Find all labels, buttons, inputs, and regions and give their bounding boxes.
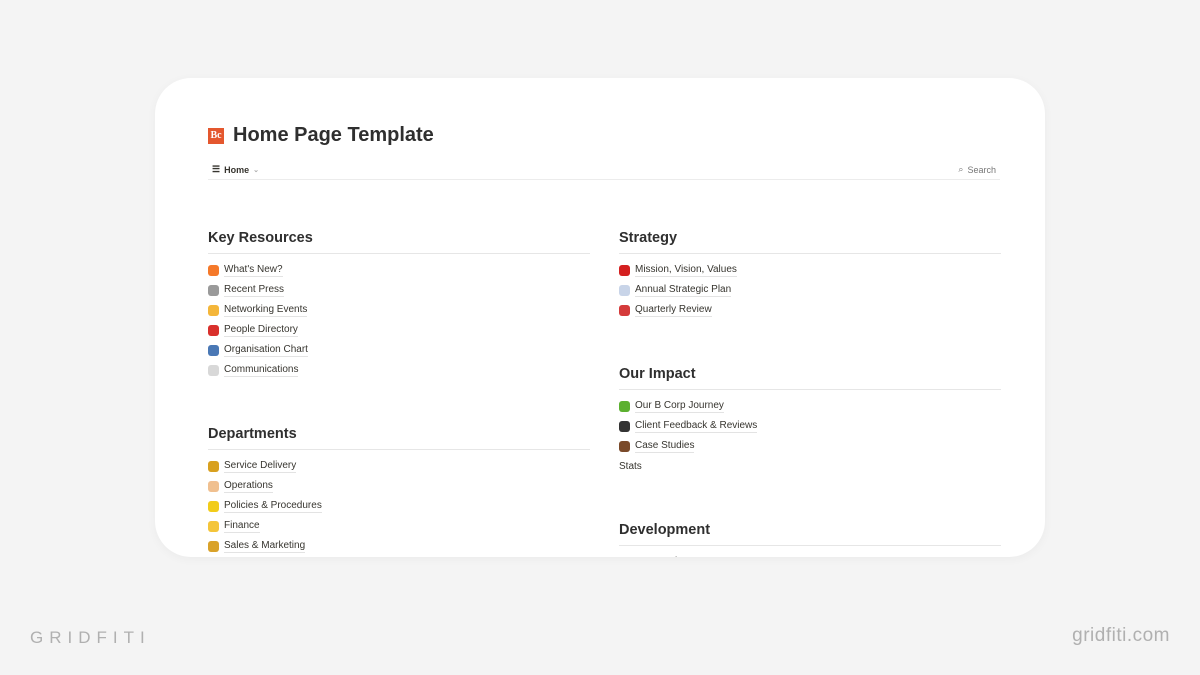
ledger-icon [208, 500, 219, 512]
page-link-label: Policies & Procedures [224, 500, 322, 513]
construction-icon [208, 480, 219, 492]
page-link[interactable]: Annual Strategic Plan [619, 280, 1001, 300]
briefcase-icon [619, 440, 630, 452]
section-heading: Our Impact [619, 366, 1001, 390]
search-icon: ⌕ [958, 164, 964, 174]
list-icon: ☰ [212, 164, 221, 174]
search-label: Search [967, 164, 996, 175]
section-heading: Departments [208, 426, 590, 450]
section-key-resources: Key Resources What's New? Recent Press Netw… [208, 230, 590, 380]
speech-bubble-icon [208, 364, 219, 376]
page-link[interactable]: Service Delivery [208, 456, 590, 476]
page-link[interactable]: People Directory [208, 320, 590, 340]
page-link-label: Case Studies [635, 440, 695, 453]
page-link[interactable]: Networking Events [208, 300, 590, 320]
gridfiti-site: gridfiti.com [1072, 625, 1170, 646]
page-link[interactable]: Communications [208, 360, 590, 380]
section-heading: Development [619, 522, 1001, 546]
plain-text: Stats [619, 460, 642, 472]
money-face-icon [208, 520, 219, 532]
page-link-label: New Business [635, 555, 698, 557]
page-link[interactable]: What's New? [208, 260, 590, 280]
section-development: Development New Business [619, 522, 1001, 557]
page-link[interactable]: Policies & Procedures [208, 496, 590, 516]
page-link[interactable]: Client Feedback & Reviews [619, 416, 1001, 436]
page-link[interactable]: Operations [208, 476, 590, 496]
speaking-head-icon [619, 420, 630, 432]
chart-increasing-icon [619, 284, 630, 296]
page-link-label: Networking Events [224, 304, 308, 317]
trophy-icon [208, 460, 219, 472]
section-heading: Key Resources [208, 230, 590, 254]
page-link[interactable]: Case Studies [619, 436, 1001, 456]
page-link-label: Mission, Vision, Values [635, 264, 737, 277]
bk-logo-icon: Bc [208, 127, 224, 144]
page-link[interactable]: Sales & Marketing [208, 536, 590, 556]
search-button[interactable]: ⌕ Search [958, 164, 996, 175]
people-icon [208, 344, 219, 356]
page-link-label: Communications [224, 364, 299, 377]
view-label: Home [224, 164, 250, 175]
page-link-label: Operations [224, 480, 273, 493]
section-departments: Departments Service Delivery Operations Pol… [208, 426, 590, 557]
page-link[interactable]: Finance [208, 516, 590, 536]
office-worker-icon [619, 556, 630, 557]
megaphone-icon [208, 540, 219, 552]
left-column: Key Resources What's New? Recent Press Netw… [208, 230, 590, 557]
page-link-label: Annual Strategic Plan [635, 284, 732, 297]
page-link-label: Sales & Marketing [224, 540, 306, 553]
section-strategy: Strategy Mission, Vision, Values Annual St… [619, 230, 1001, 320]
seedling-icon [619, 400, 630, 412]
page-link[interactable]: Recent Press [208, 280, 590, 300]
chevron-down-icon: ⌄ [253, 166, 259, 174]
right-column: Strategy Mission, Vision, Values Annual St… [619, 230, 1001, 557]
page-link-label: Recent Press [224, 284, 285, 297]
handshake-icon [208, 304, 219, 316]
page-link-label: Organisation Chart [224, 344, 308, 357]
page-link[interactable]: New Business [619, 552, 1001, 557]
red-flag-icon [619, 264, 630, 276]
page-header: Bc Home Page Template [208, 124, 434, 147]
page-link[interactable]: Human Resources [208, 556, 590, 557]
page-link-label: What's New? [224, 264, 283, 277]
page-link[interactable]: Quarterly Review [619, 300, 1001, 320]
page-title: Home Page Template [233, 124, 434, 146]
fire-icon [208, 264, 219, 276]
page-link[interactable]: Mission, Vision, Values [619, 260, 1001, 280]
page-link-label: Finance [224, 520, 260, 533]
view-selector[interactable]: ☰ Home ⌄ [212, 164, 259, 175]
page-link-label: Quarterly Review [635, 304, 712, 317]
newspaper-icon [208, 284, 219, 296]
gridfiti-brand: GRIDFITI [30, 628, 151, 647]
notion-page-card: Bc Home Page Template ☰ Home ⌄ ⌕ Search … [155, 78, 1045, 557]
view-bar: ☰ Home ⌄ ⌕ Search [208, 160, 1000, 180]
telephone-icon [208, 324, 219, 336]
page-link-label: People Directory [224, 324, 298, 337]
page-link-label: Our B Corp Journey [635, 400, 724, 413]
page-link-label: Service Delivery [224, 460, 297, 473]
page-link[interactable]: Organisation Chart [208, 340, 590, 360]
section-our-impact: Our Impact Our B Corp Journey Client Feedb… [619, 366, 1001, 476]
page-link-label: Client Feedback & Reviews [635, 420, 758, 433]
section-heading: Strategy [619, 230, 1001, 254]
target-icon [619, 304, 630, 316]
page-link[interactable]: Our B Corp Journey [619, 396, 1001, 416]
